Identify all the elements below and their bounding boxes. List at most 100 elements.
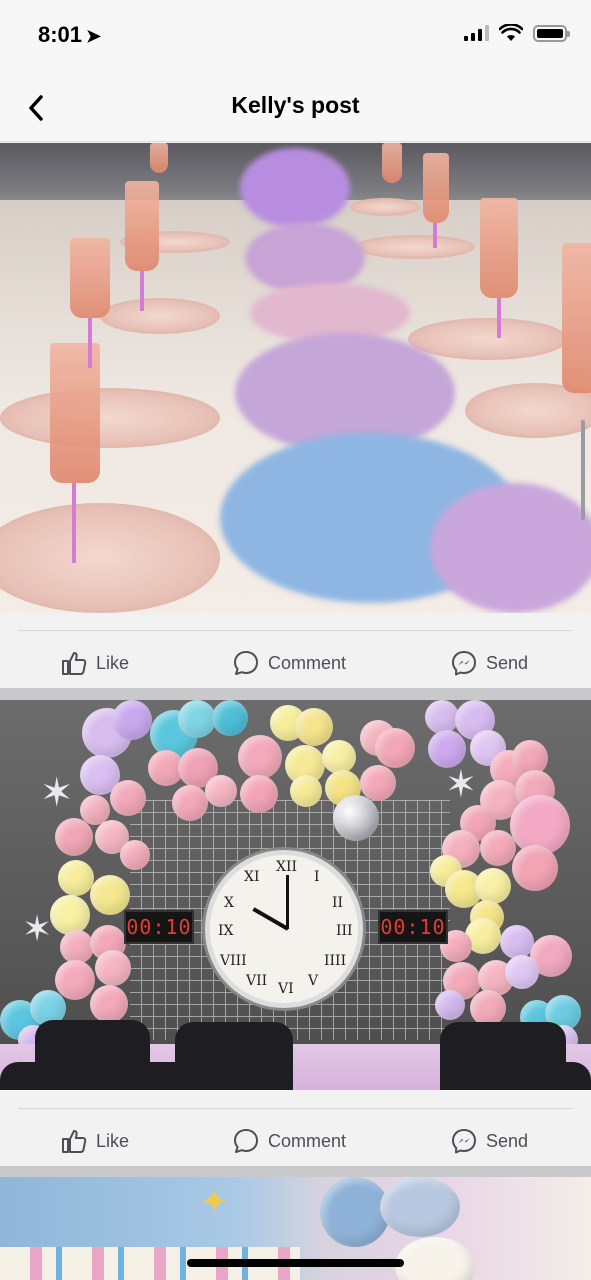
status-time-text: 8:01 <box>38 22 82 47</box>
send-button[interactable]: Send <box>450 643 528 683</box>
balloon <box>295 708 333 746</box>
balloon <box>120 840 150 870</box>
balloon <box>240 775 278 813</box>
wifi-icon <box>499 24 523 42</box>
disco-ball <box>333 795 379 841</box>
divider <box>18 630 573 631</box>
send-label: Send <box>486 653 528 674</box>
champagne-glass <box>150 143 168 173</box>
star-decoration: ✶ <box>445 762 477 807</box>
comment-button[interactable]: Comment <box>232 1121 346 1161</box>
messenger-icon <box>450 649 478 677</box>
page-title: Kelly's post <box>0 92 591 119</box>
clock-numeral: II <box>332 895 343 911</box>
chair <box>130 1062 270 1090</box>
balloon <box>50 895 90 935</box>
scrollbar[interactable] <box>581 420 585 520</box>
countdown-timer-right: 00:10 <box>378 910 448 944</box>
balloon <box>380 1177 460 1237</box>
status-icons <box>464 24 567 42</box>
status-bar: 8:01 ➤ <box>0 0 591 72</box>
balloon <box>375 728 415 768</box>
post-separator <box>0 688 591 700</box>
thumbs-up-icon <box>60 1127 88 1155</box>
balloon <box>90 875 130 915</box>
balloon <box>435 990 465 1020</box>
clock-minute-hand <box>286 875 289 929</box>
balloon <box>360 765 396 801</box>
balloon <box>290 775 322 807</box>
floral-decoration <box>240 148 350 228</box>
balloon <box>205 775 237 807</box>
post-actions: Like Comment Send <box>0 1091 591 1177</box>
balloon <box>238 735 282 779</box>
wall-clock: XII I II III IIII V VI VII VIII IX X XI <box>205 850 363 1008</box>
clock-numeral: III <box>336 923 353 939</box>
champagne-glass <box>423 153 449 223</box>
champagne-glass <box>562 243 591 393</box>
balloon <box>395 1237 475 1280</box>
clock-numeral: VIII <box>220 953 247 969</box>
floral-decoration <box>430 483 591 613</box>
floral-decoration <box>245 223 365 293</box>
post-photo-table[interactable] <box>0 143 591 613</box>
star-decoration: ✶ <box>40 770 74 816</box>
clock-numeral: IX <box>218 923 234 939</box>
thumbs-up-icon <box>60 649 88 677</box>
chair <box>0 1062 90 1090</box>
balloon <box>178 700 216 738</box>
send-button[interactable]: Send <box>450 1121 528 1161</box>
comment-button[interactable]: Comment <box>232 643 346 683</box>
balloon <box>90 985 128 1023</box>
balloon <box>172 785 208 821</box>
balloon <box>322 740 356 774</box>
clock-numeral: VII <box>246 973 267 989</box>
champagne-glass <box>50 343 100 483</box>
clock-numeral: XI <box>244 869 260 885</box>
sparkle-decoration: ✦ <box>200 1182 229 1222</box>
balloon <box>55 960 95 1000</box>
home-indicator[interactable] <box>187 1259 404 1267</box>
countdown-timer-left: 00:10 <box>124 910 194 944</box>
like-label: Like <box>96 1131 129 1152</box>
balloon <box>512 845 558 891</box>
champagne-glass <box>70 238 110 318</box>
glass-stem <box>433 223 437 248</box>
balloon <box>110 780 146 816</box>
clock-numeral: V <box>308 973 318 989</box>
plate <box>100 298 220 334</box>
like-button[interactable]: Like <box>60 643 129 683</box>
battery-icon <box>533 25 567 42</box>
balloon <box>55 818 93 856</box>
comment-label: Comment <box>268 1131 346 1152</box>
post-photo-balloon-clock[interactable]: 00:10 00:10 XII I II III IIII V VI VII V… <box>0 700 591 1090</box>
balloon <box>505 955 539 989</box>
plate <box>355 235 475 259</box>
glass-stem <box>497 298 501 338</box>
champagne-glass <box>125 181 159 271</box>
clock-numeral: X <box>224 895 234 911</box>
balloon <box>480 830 516 866</box>
send-label: Send <box>486 1131 528 1152</box>
messenger-icon <box>450 1127 478 1155</box>
glass-stem <box>72 483 76 563</box>
comment-label: Comment <box>268 653 346 674</box>
balloon <box>320 1177 390 1247</box>
like-button[interactable]: Like <box>60 1121 129 1161</box>
clock-numeral: I <box>314 869 320 885</box>
like-label: Like <box>96 653 129 674</box>
divider <box>18 1108 573 1109</box>
nav-bar: Kelly's post <box>0 72 591 142</box>
glass-stem <box>88 318 92 368</box>
balloon <box>470 990 506 1026</box>
post-actions: Like Comment Send <box>0 613 591 699</box>
balloon <box>212 700 248 736</box>
signal-icon <box>464 25 489 41</box>
balloon <box>95 950 131 986</box>
plate <box>408 318 568 360</box>
balloon <box>500 925 534 959</box>
glass-stem <box>140 271 144 311</box>
balloon <box>60 930 94 964</box>
chair <box>460 1062 591 1090</box>
plate <box>0 388 220 448</box>
